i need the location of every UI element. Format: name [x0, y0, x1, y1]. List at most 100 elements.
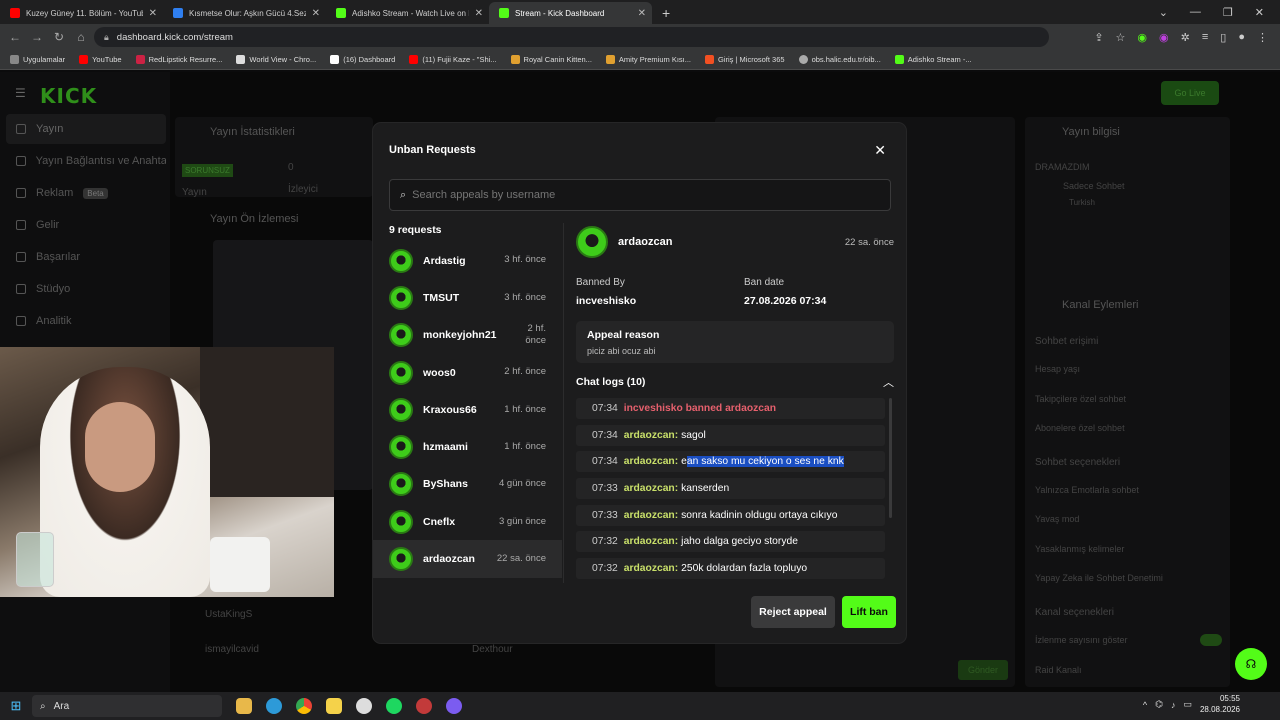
edge-icon[interactable]: [266, 698, 282, 714]
sidebar-item-stream-key[interactable]: Yayın Bağlantısı ve Anahtarı: [6, 146, 166, 176]
volume-icon[interactable]: ♪: [1171, 700, 1176, 710]
request-item[interactable]: hzmaami 1 hf. önce: [373, 428, 562, 465]
close-button[interactable]: ✕: [874, 142, 886, 159]
extension-icon[interactable]: ◉: [1137, 31, 1147, 44]
request-item[interactable]: Ardastig 3 hf. önce: [373, 242, 562, 279]
sidebar-item-basarilar[interactable]: Başarılar: [6, 242, 166, 272]
feed-username: Dexthour: [472, 644, 513, 655]
playlist-icon[interactable]: ≡: [1202, 31, 1208, 43]
browser-tab[interactable]: Kuzey Güney 11. Bölüm - YouTube ✕: [0, 2, 163, 24]
new-tab-button[interactable]: +: [652, 2, 680, 24]
bookmark-item[interactable]: World View - Chro...: [236, 55, 316, 64]
chevron-down-icon[interactable]: ⌄: [1159, 6, 1168, 19]
feed-username: ismayilcavid: [205, 644, 259, 655]
extension-icon[interactable]: ◉: [1159, 31, 1169, 44]
avatar: [389, 472, 413, 497]
request-username: monkeyjohn21: [423, 329, 497, 342]
bookmark-item[interactable]: Adishko Stream -...: [894, 55, 972, 64]
bookmark-item[interactable]: RedLipstick Resurre...: [135, 55, 222, 64]
obs-icon[interactable]: [356, 698, 372, 714]
bookmark-item[interactable]: Giriş | Microsoft 365: [705, 55, 785, 64]
sidebar-item-gelir[interactable]: Gelir: [6, 210, 166, 240]
channel-actions-title: Kanal Eylemleri: [1062, 299, 1139, 311]
search-icon: ⌕: [400, 188, 407, 201]
url-field[interactable]: 🔒︎ dashboard.kick.com/stream: [94, 27, 1049, 47]
menu-icon[interactable]: ⋮: [1257, 31, 1268, 44]
divider: [563, 223, 564, 583]
request-item[interactable]: TMSUT 3 hf. önce: [373, 279, 562, 316]
request-item[interactable]: Cneflx 3 gün önce: [373, 503, 562, 540]
back-icon[interactable]: ←: [4, 30, 26, 44]
go-live-button[interactable]: Go Live: [1161, 81, 1219, 105]
sidebar-item-reklam[interactable]: Reklam Beta: [6, 178, 166, 208]
browser-tab-active[interactable]: Stream - Kick Dashboard ✕: [489, 2, 652, 24]
reject-appeal-button[interactable]: Reject appeal: [751, 596, 835, 628]
share-icon[interactable]: ⇪: [1094, 31, 1103, 44]
close-icon[interactable]: ✕: [1255, 6, 1264, 19]
clock[interactable]: 05:55 28.08.2026: [1200, 694, 1240, 716]
spotify-icon[interactable]: [386, 698, 402, 714]
request-item[interactable]: ByShans 4 gün önce: [373, 466, 562, 503]
request-time: 4 gün önce: [498, 478, 546, 490]
sidebar-item-analitik[interactable]: Analitik: [6, 306, 166, 336]
youtube-icon: [10, 8, 20, 18]
stream-title: DRAMAZDIM: [1035, 162, 1090, 172]
sidebar-item-studyo[interactable]: Stüdyo: [6, 274, 166, 304]
request-time: 2 hf. önce: [504, 366, 546, 378]
request-username: Cneflx: [423, 515, 456, 528]
bookmark-item[interactable]: YouTube: [79, 55, 122, 64]
request-item[interactable]: monkeyjohn21 2 hf. önce: [373, 317, 562, 354]
bookmark-item[interactable]: (16) Dashboard: [330, 55, 395, 64]
puzzle-icon[interactable]: ✲: [1181, 31, 1190, 44]
lift-ban-button[interactable]: Lift ban: [842, 596, 896, 628]
search-field[interactable]: ⌕: [389, 179, 891, 211]
sidebar-item-yayin[interactable]: Yayın: [6, 114, 166, 144]
notes-icon[interactable]: [326, 698, 342, 714]
close-icon[interactable]: ✕: [149, 8, 157, 19]
discord-icon[interactable]: [446, 698, 462, 714]
close-icon[interactable]: ✕: [638, 8, 646, 19]
reload-icon[interactable]: ↻: [48, 30, 70, 44]
windows-start-icon[interactable]: ⊞: [0, 698, 32, 714]
bookmark-apps[interactable]: Uygulamalar: [10, 55, 65, 64]
site-icon: [510, 55, 520, 64]
minimize-icon[interactable]: —: [1190, 6, 1201, 18]
battery-icon[interactable]: ▭: [1183, 699, 1192, 710]
network-icon[interactable]: ⌬: [1155, 699, 1163, 710]
bookmark-item[interactable]: (11) Fujii Kaze - "Shi...: [409, 55, 497, 64]
stat-label: Yayın: [182, 187, 207, 198]
menu-icon[interactable]: ☰: [15, 86, 26, 100]
browser-tab[interactable]: Adishko Stream - Watch Live on Kick✕: [326, 2, 489, 24]
log-user: ardaozcan:: [623, 456, 679, 468]
chevron-up-icon[interactable]: ^: [1143, 700, 1147, 710]
app-icon[interactable]: [416, 698, 432, 714]
close-icon[interactable]: ✕: [312, 8, 320, 19]
chrome-icon[interactable]: [296, 698, 312, 714]
request-time: 1 hf. önce: [504, 440, 546, 452]
bookmark-item[interactable]: Royal Canin Kitten...: [510, 55, 592, 64]
viewers-toggle[interactable]: [1200, 634, 1222, 646]
request-item[interactable]: Kraxous66 1 hf. önce: [373, 391, 562, 428]
chat-log-scrollbar[interactable]: [889, 398, 892, 518]
profile-icon[interactable]: ●: [1238, 31, 1245, 43]
home-icon[interactable]: ⌂: [70, 30, 92, 44]
close-icon[interactable]: ✕: [475, 8, 483, 19]
sidepanel-icon[interactable]: ▯: [1220, 31, 1226, 44]
forward-icon[interactable]: →: [26, 30, 48, 44]
support-button[interactable]: ☊: [1235, 648, 1267, 680]
bookmark-item[interactable]: obs.halic.edu.tr/oib...: [798, 55, 881, 64]
taskbar-search[interactable]: ⌕ Ara: [32, 695, 222, 717]
search-input[interactable]: [412, 189, 853, 201]
request-username: ByShans: [423, 478, 468, 491]
send-button[interactable]: Gönder: [958, 660, 1008, 680]
file-explorer-icon[interactable]: [236, 698, 252, 714]
restore-icon[interactable]: ❐: [1223, 6, 1233, 19]
browser-tab[interactable]: Kısmetse Olur: Aşkın Gücü 4.Sezon ✕: [163, 2, 326, 24]
star-icon[interactable]: ☆: [1116, 31, 1126, 44]
request-item-selected[interactable]: ardaozcan 22 sa. önce: [373, 540, 562, 578]
chevron-up-icon[interactable]: ︿: [883, 374, 894, 390]
bookmark-item[interactable]: Amity Premium Kısı...: [605, 55, 691, 64]
request-item[interactable]: woos0 2 hf. önce: [373, 354, 562, 391]
windows-taskbar: ⊞ ⌕ Ara ^ ⌬ ♪ ▭ 05:55 28.08.2026: [0, 692, 1280, 720]
broadcast-icon: [16, 124, 26, 134]
